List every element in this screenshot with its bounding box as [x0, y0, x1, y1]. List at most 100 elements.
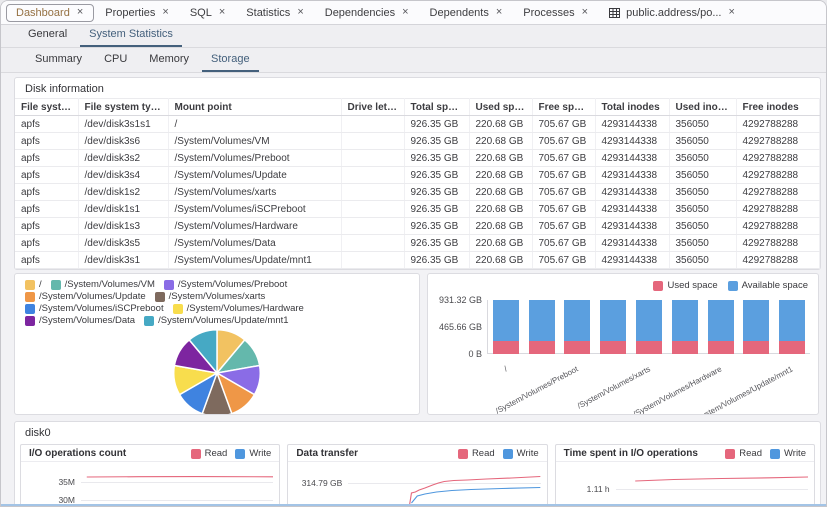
tab-general[interactable]: General	[19, 24, 76, 47]
table-cell: apfs	[15, 218, 78, 235]
legend-swatch	[25, 316, 35, 326]
document-tab-public-address-po[interactable]: public.address/po...×	[600, 5, 745, 21]
column-header-file-system-type[interactable]: File system type	[78, 99, 168, 116]
disk-space-bar-panel: Used spaceAvailable space 931.32 GB465.6…	[427, 273, 819, 415]
document-tab-properties[interactable]: Properties×	[96, 5, 179, 21]
table-cell: /	[168, 116, 341, 133]
table-cell: /System/Volumes/Preboot	[168, 150, 341, 167]
tab-memory[interactable]: Memory	[140, 49, 198, 72]
stacked-bar-system-volumes-vm[interactable]	[529, 300, 555, 354]
table-cell: 926.35 GB	[404, 235, 469, 252]
table-cell: 356050	[669, 133, 736, 150]
column-header-used-space[interactable]: Used space	[469, 99, 532, 116]
table-row[interactable]: apfs/dev/disk3s6/System/Volumes/VM926.35…	[15, 133, 820, 150]
table-cell	[341, 116, 404, 133]
close-icon[interactable]: ×	[218, 7, 226, 18]
stacked-bar-system-volumes-iscpreboot[interactable]	[672, 300, 698, 354]
chart-panel-time-spent-in-i-o-operations: Time spent in I/O operationsReadWrite1.1…	[555, 444, 815, 507]
table-cell: /dev/disk3s1s1	[78, 116, 168, 133]
close-icon[interactable]: ×	[727, 7, 735, 18]
column-header-used-inodes[interactable]: Used inodes	[669, 99, 736, 116]
tab-summary[interactable]: Summary	[26, 49, 91, 72]
column-header-total-space[interactable]: Total space	[404, 99, 469, 116]
document-tab-statistics[interactable]: Statistics×	[237, 5, 313, 21]
stacked-bar-system-volumes-update[interactable]	[600, 300, 626, 354]
table-cell: /dev/disk3s5	[78, 235, 168, 252]
column-header-total-inodes[interactable]: Total inodes	[595, 99, 669, 116]
line-series-read	[635, 477, 808, 481]
x-tick-system-volumes-xarts: /System/Volumes/xarts	[575, 364, 651, 410]
column-header-free-space[interactable]: Free space	[532, 99, 595, 116]
table-row[interactable]: apfs/dev/disk3s1/System/Volumes/Update/m…	[15, 252, 820, 269]
table-cell: 705.67 GB	[532, 252, 595, 269]
table-cell: 4292788288	[736, 235, 820, 252]
table-row[interactable]: apfs/dev/disk1s3/System/Volumes/Hardware…	[15, 218, 820, 235]
stacked-bar-system-volumes-hardware[interactable]	[708, 300, 734, 354]
legend-label: /System/Volumes/iSCPreboot	[39, 303, 164, 314]
close-icon[interactable]: ×	[76, 7, 84, 18]
column-header-mount-point[interactable]: Mount point	[168, 99, 341, 116]
document-tab-dashboard[interactable]: Dashboard×	[6, 4, 94, 22]
close-icon[interactable]: ×	[495, 7, 503, 18]
disk-usage-pie-panel: //System/Volumes/VM/System/Volumes/Prebo…	[14, 273, 420, 415]
bar-segment-used	[708, 341, 734, 354]
legend-swatch	[503, 449, 513, 459]
close-icon[interactable]: ×	[296, 7, 304, 18]
stacked-bar-system-volumes-preboot[interactable]	[564, 300, 590, 354]
legend-label: Read	[205, 448, 228, 459]
stacked-bar-system-volumes-data[interactable]	[743, 300, 769, 354]
bar-segment-used	[493, 341, 519, 354]
table-row[interactable]: apfs/dev/disk3s2/System/Volumes/Preboot9…	[15, 150, 820, 167]
table-row[interactable]: apfs/dev/disk1s1/System/Volumes/iSCPrebo…	[15, 201, 820, 218]
legend-item-read: Read	[725, 448, 762, 459]
document-tab-dependents[interactable]: Dependents×	[421, 5, 513, 21]
table-row[interactable]: apfs/dev/disk3s5/System/Volumes/Data926.…	[15, 235, 820, 252]
close-icon[interactable]: ×	[581, 7, 589, 18]
legend-label: Available space	[742, 280, 808, 291]
document-tab-processes[interactable]: Processes×	[514, 5, 598, 21]
bar-segment-used	[743, 341, 769, 354]
document-tab-dependencies[interactable]: Dependencies ×	[316, 5, 419, 21]
table-cell: apfs	[15, 201, 78, 218]
table-cell: 926.35 GB	[404, 218, 469, 235]
table-cell: apfs	[15, 252, 78, 269]
y-tick-30m: 30M	[23, 495, 75, 505]
table-cell: 4292788288	[736, 150, 820, 167]
stacked-bar-system-volumes-update-mnt1[interactable]	[779, 300, 805, 354]
table-cell: 926.35 GB	[404, 150, 469, 167]
table-cell: 4293144338	[595, 150, 669, 167]
close-icon[interactable]: ×	[401, 7, 409, 18]
tab-system-statistics[interactable]: System Statistics	[80, 24, 182, 47]
column-header-drive-letter[interactable]: Drive letter	[341, 99, 404, 116]
table-cell	[341, 133, 404, 150]
tab-cpu[interactable]: CPU	[95, 49, 136, 72]
chart-panel-data-transfer: Data transferReadWrite314.79 GB	[287, 444, 547, 507]
column-header-free-inodes[interactable]: Free inodes	[736, 99, 820, 116]
chart-header: Time spent in I/O operationsReadWrite	[556, 445, 814, 462]
column-header-file-system[interactable]: File system	[15, 99, 78, 116]
legend-item-: /	[25, 279, 42, 290]
legend-label: Write	[784, 448, 806, 459]
table-cell	[341, 167, 404, 184]
legend-label: /System/Volumes/Update	[39, 291, 146, 302]
table-row[interactable]: apfs/dev/disk3s4/System/Volumes/Update92…	[15, 167, 820, 184]
table-cell: /System/Volumes/VM	[168, 133, 341, 150]
table-row[interactable]: apfs/dev/disk1s2/System/Volumes/xarts926…	[15, 184, 820, 201]
bar-chart-x-labels: //System/Volumes/Preboot/System/Volumes/…	[488, 358, 810, 410]
close-icon[interactable]: ×	[161, 7, 169, 18]
table-cell: 926.35 GB	[404, 116, 469, 133]
disk-information-table: File systemFile system typeMount pointDr…	[15, 98, 820, 269]
stacked-bar-system-volumes-xarts[interactable]	[636, 300, 662, 354]
stacked-bar-[interactable]	[493, 300, 519, 354]
table-header-row: File systemFile system typeMount pointDr…	[15, 99, 820, 116]
tab-storage[interactable]: Storage	[202, 49, 259, 72]
tab-label: Dependencies	[325, 7, 395, 19]
document-tab-sql[interactable]: SQL×	[181, 5, 235, 21]
legend-swatch	[51, 280, 61, 290]
table-cell: apfs	[15, 184, 78, 201]
chart-title: Data transfer	[296, 448, 358, 459]
table-row[interactable]: apfs/dev/disk3s1s1/926.35 GB220.68 GB705…	[15, 116, 820, 133]
table-cell: 220.68 GB	[469, 218, 532, 235]
table-cell: 220.68 GB	[469, 116, 532, 133]
chart-header: Data transferReadWrite	[288, 445, 546, 462]
